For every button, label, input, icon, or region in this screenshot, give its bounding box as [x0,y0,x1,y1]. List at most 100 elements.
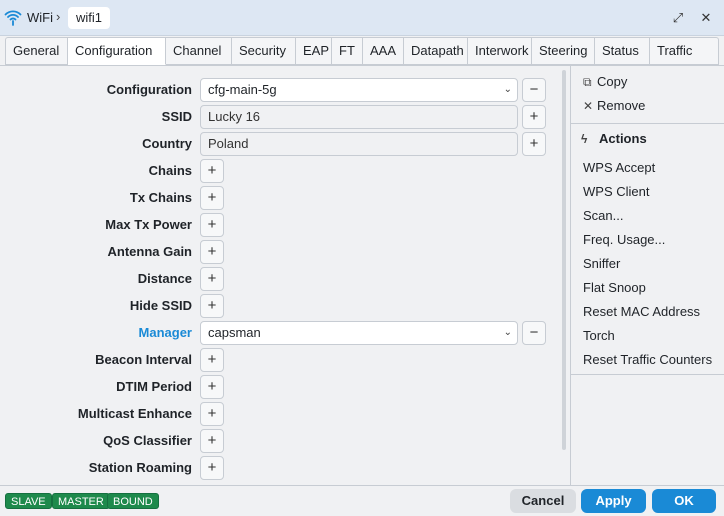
main-panel: Configuration cfg-main-5g ⌄ − SSID Lucky… [0,65,724,486]
actions-sidebar: ⧉ Copy ✕ Remove ϟ Actions WPS Accept WPS Cl… [570,66,724,486]
tab-interwork[interactable]: Interwork [468,37,532,65]
tab-datapath[interactable]: Datapath [404,37,468,65]
close-icon[interactable]: ✕ [696,8,716,28]
row-tx-chains: Tx Chains + [0,186,560,210]
add-station-roaming-button[interactable]: + [200,456,224,480]
configuration-value: cfg-main-5g [208,82,277,97]
row-chains: Chains + [0,159,560,183]
add-qos-classifier-button[interactable]: + [200,429,224,453]
distance-label: Distance [137,271,192,286]
row-configuration: Configuration cfg-main-5g ⌄ − [0,78,560,102]
add-tx-chains-button[interactable]: + [200,186,224,210]
status-badge-bound: BOUND [107,493,159,509]
breadcrumb-app[interactable]: WiFi [27,10,53,25]
tab-traffic[interactable]: Traffic [650,37,719,65]
add-dtim-period-button[interactable]: + [200,375,224,399]
country-field[interactable]: Poland [200,132,518,156]
form-scrollbar[interactable] [562,70,566,450]
ssid-field[interactable]: Lucky 16 [200,105,518,129]
row-dtim-period: DTIM Period + [0,375,560,399]
restore-icon[interactable]: ⤢ [668,8,688,28]
add-distance-button[interactable]: + [200,267,224,291]
sidebar-divider [571,374,724,375]
configuration-select[interactable]: cfg-main-5g ⌄ [200,78,518,102]
tab-aaa[interactable]: AAA [363,37,404,65]
tab-bar: General Configuration Channel Security E… [5,37,719,65]
row-antenna-gain: Antenna Gain + [0,240,560,264]
action-reset-mac-address[interactable]: Reset MAC Address [583,304,700,319]
action-torch[interactable]: Torch [583,328,615,343]
tab-configuration[interactable]: Configuration [68,37,166,65]
add-max-tx-power-button[interactable]: + [200,213,224,237]
hide-ssid-label: Hide SSID [129,298,192,313]
beacon-interval-label: Beacon Interval [95,352,192,367]
tab-steering[interactable]: Steering [532,37,595,65]
station-roaming-label: Station Roaming [88,460,192,475]
add-multicast-enhance-button[interactable]: + [200,402,224,426]
row-hide-ssid: Hide SSID + [0,294,560,318]
actions-heading: ϟ Actions [581,131,647,146]
manager-label[interactable]: Manager [139,325,192,340]
breadcrumb-separator: › [56,9,61,24]
tab-security[interactable]: Security [232,37,296,65]
status-badge-slave: SLAVE [5,493,52,509]
copy-button[interactable]: ⧉ Copy [583,74,627,90]
row-country: Country Poland + [0,132,560,156]
apply-button[interactable]: Apply [581,489,646,513]
add-antenna-gain-button[interactable]: + [200,240,224,264]
tab-channel[interactable]: Channel [166,37,232,65]
tx-chains-label: Tx Chains [129,190,192,205]
copy-icon: ⧉ [583,75,592,89]
title-bar: WiFi › wifi1 ⤢ ✕ [0,0,724,36]
add-country-button[interactable]: + [522,132,546,156]
tab-general[interactable]: General [5,37,68,65]
dtim-period-label: DTIM Period [116,379,192,394]
manager-select[interactable]: capsman ⌄ [200,321,518,345]
add-beacon-interval-button[interactable]: + [200,348,224,372]
row-manager: Manager capsman ⌄ − [0,321,560,345]
action-wps-accept[interactable]: WPS Accept [583,160,655,175]
action-freq-usage[interactable]: Freq. Usage... [583,232,665,247]
row-station-roaming: Station Roaming + [0,456,560,480]
antenna-gain-label: Antenna Gain [107,244,192,259]
action-sniffer[interactable]: Sniffer [583,256,620,271]
chevron-down-icon: ⌄ [503,327,512,338]
configuration-label: Configuration [106,82,192,97]
action-reset-traffic-counters[interactable]: Reset Traffic Counters [583,352,712,367]
lightning-icon: ϟ [581,132,588,146]
tab-ft[interactable]: FT [332,37,363,65]
row-beacon-interval: Beacon Interval + [0,348,560,372]
ok-button[interactable]: OK [652,489,716,513]
status-badge-master: MASTER [52,493,110,509]
country-label: Country [142,136,192,151]
actions-heading-label: Actions [599,131,647,146]
row-max-tx-power: Max Tx Power + [0,213,560,237]
ssid-label: SSID [161,109,192,124]
action-scan[interactable]: Scan... [583,208,623,223]
wifi-icon [4,10,22,26]
remove-configuration-button[interactable]: − [522,78,546,102]
row-multicast-enhance: Multicast Enhance + [0,402,560,426]
copy-label: Copy [597,74,628,89]
remove-manager-button[interactable]: − [522,321,546,345]
multicast-enhance-label: Multicast Enhance [77,406,192,421]
manager-value: capsman [208,325,261,340]
breadcrumb-item: wifi1 [68,7,111,29]
chevron-down-icon: ⌄ [503,84,512,95]
action-wps-client[interactable]: WPS Client [583,184,649,199]
qos-classifier-label: QoS Classifier [103,433,192,448]
configuration-form: Configuration cfg-main-5g ⌄ − SSID Lucky… [0,66,560,486]
cancel-button[interactable]: Cancel [510,489,576,513]
add-hide-ssid-button[interactable]: + [200,294,224,318]
add-chains-button[interactable]: + [200,159,224,183]
sidebar-divider [571,123,724,124]
remove-button[interactable]: ✕ Remove [583,98,645,113]
add-ssid-button[interactable]: + [522,105,546,129]
chains-label: Chains [148,163,192,178]
tab-status[interactable]: Status [595,37,650,65]
row-distance: Distance + [0,267,560,291]
remove-label: Remove [597,98,646,113]
close-icon: ✕ [583,99,594,113]
tab-eap[interactable]: EAP [296,37,332,65]
action-flat-snoop[interactable]: Flat Snoop [583,280,646,295]
